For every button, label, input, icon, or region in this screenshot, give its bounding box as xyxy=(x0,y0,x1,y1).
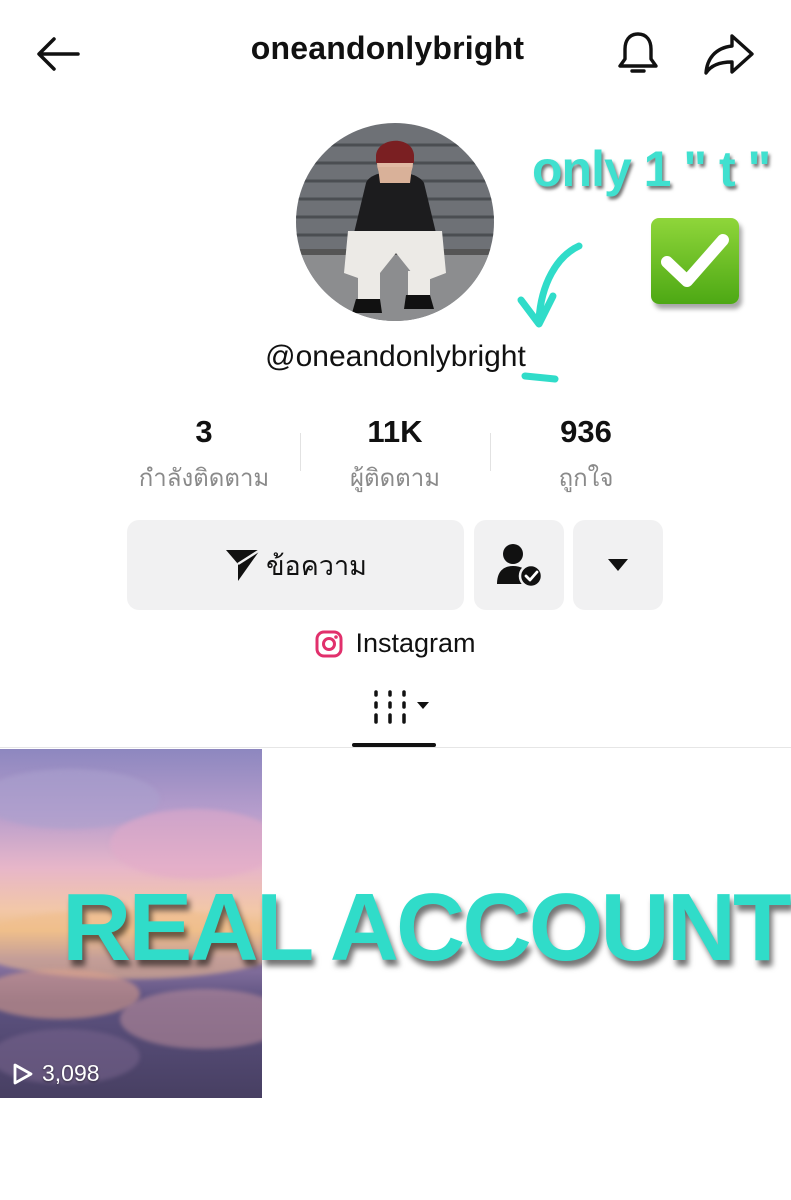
instagram-icon xyxy=(315,630,343,657)
stat-likes: 936 ถูกใจ xyxy=(486,414,686,497)
arrow-left-icon xyxy=(37,37,80,71)
instagram-label: Instagram xyxy=(355,628,476,658)
stat-following[interactable]: 3 กำลังติดตาม xyxy=(104,414,304,497)
bell-icon xyxy=(618,32,658,73)
stat-label: ถูกใจ xyxy=(558,465,614,492)
instagram-link[interactable]: Instagram xyxy=(0,628,791,659)
page-title: oneandonlybright xyxy=(250,30,525,66)
overlay-text: REAL ACCOUNT xyxy=(62,874,791,981)
share-button[interactable] xyxy=(700,28,758,80)
back-button[interactable] xyxy=(34,32,82,76)
profile-handle: @oneandonlybright xyxy=(265,340,526,373)
user-check-icon xyxy=(497,544,543,588)
check-mark-icon xyxy=(651,218,739,304)
annotation-note: only 1 " t " xyxy=(532,141,771,197)
views-label: 3,098 xyxy=(42,1060,100,1086)
more-options-button[interactable] xyxy=(573,520,663,610)
stat-value: 936 xyxy=(560,414,612,449)
play-icon xyxy=(13,1063,33,1084)
avatar[interactable] xyxy=(296,123,494,321)
profile-photo xyxy=(296,123,494,321)
stat-followers[interactable]: 11K ผู้ติดตาม xyxy=(295,414,495,497)
following-button[interactable] xyxy=(474,520,564,610)
grid-filter-icon xyxy=(374,690,429,724)
stat-label: กำลังติดตาม xyxy=(138,465,270,492)
tab-divider xyxy=(0,747,791,748)
caret-down-icon xyxy=(608,559,628,571)
send-icon xyxy=(226,548,261,581)
notification-button[interactable] xyxy=(612,28,664,80)
stat-value: 3 xyxy=(195,414,213,449)
share-arrow-icon xyxy=(704,34,754,75)
stat-value: 11K xyxy=(367,414,423,449)
message-label: ข้อความ xyxy=(266,550,367,581)
message-button[interactable]: ข้อความ xyxy=(127,520,464,610)
tab-videos[interactable] xyxy=(352,684,436,748)
stat-label: ผู้ติดตาม xyxy=(349,465,441,492)
video-view-count: 3,098 xyxy=(12,1060,100,1087)
